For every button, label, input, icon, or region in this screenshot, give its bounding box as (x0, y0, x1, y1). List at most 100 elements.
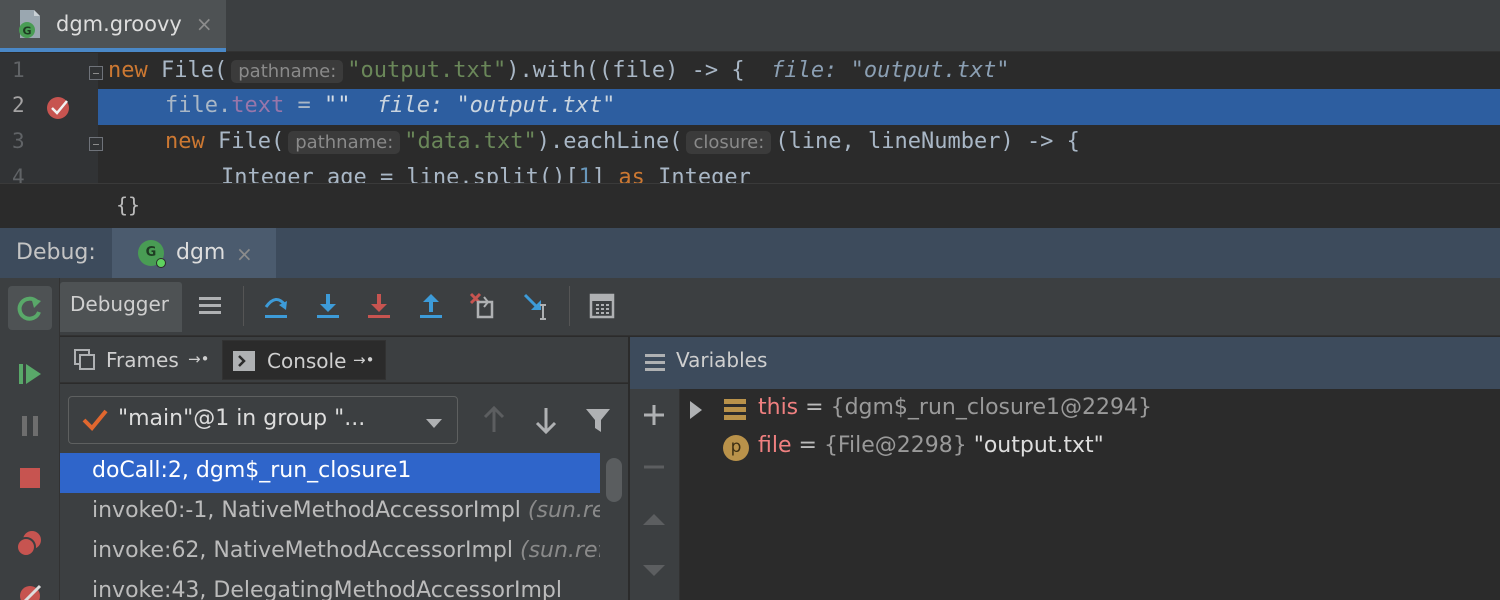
triangle-down-icon (643, 565, 665, 576)
code-token: ).eachLine( (536, 129, 683, 154)
code-line[interactable]: 1 new File(pathname: "output.txt").with((… (0, 54, 1500, 90)
editor-tab-dgm-groovy[interactable]: G dgm.groovy × (0, 0, 226, 52)
stop-button[interactable] (8, 456, 52, 500)
frame-row[interactable]: invoke:62, NativeMethodAccessorImpl (sun… (60, 533, 600, 573)
move-watch-down-button[interactable] (642, 563, 666, 583)
variable-value: "output.txt" (966, 433, 1104, 458)
view-breakpoints-button[interactable] (8, 522, 52, 566)
code-line[interactable]: 4 Integer age = line.split()[1] as Integ… (0, 161, 1500, 183)
pin-tab-icon[interactable]: →• (353, 351, 374, 369)
force-step-into-button[interactable] (359, 286, 399, 326)
frame-method: invoke0:-1, NativeMethodAccessorImpl (92, 498, 521, 523)
layout-icon (199, 297, 221, 314)
stop-icon (20, 468, 40, 488)
plus-icon (644, 405, 664, 425)
code-editor[interactable]: 1 new File(pathname: "output.txt").with((… (0, 53, 1500, 183)
editor-tab-label: dgm.groovy (56, 12, 182, 36)
rerun-button[interactable] (8, 286, 52, 330)
keyword: new (108, 58, 148, 83)
code-token: ] (591, 165, 619, 183)
arrow-down-icon (535, 408, 557, 435)
arrow-up-icon (483, 405, 505, 432)
line-number: 4 (12, 165, 25, 183)
step-over-button[interactable] (256, 286, 296, 326)
toolbar-separator (243, 286, 244, 326)
code-token: Integer (644, 165, 751, 183)
step-out-icon (420, 294, 442, 318)
tab-label: Console (267, 349, 347, 373)
next-frame-button[interactable] (532, 404, 560, 436)
run-to-cursor-icon (523, 293, 546, 320)
frame-row[interactable]: invoke0:-1, NativeMethodAccessorImpl (su… (60, 493, 600, 533)
variable-name: file (758, 433, 792, 458)
mute-breakpoints-button[interactable] (8, 574, 52, 600)
tab-label: Frames (106, 348, 179, 372)
frames-scrollbar-thumb[interactable] (606, 458, 622, 502)
variable-equals: = (798, 395, 831, 420)
breadcrumb-bar (0, 183, 1500, 227)
step-into-button[interactable] (308, 286, 348, 326)
svg-text:G: G (22, 25, 31, 38)
debug-left-toolbar (0, 278, 60, 600)
variables-toolbar (630, 389, 680, 600)
frame-package: (sun.reflect) (527, 498, 600, 523)
triangle-up-icon (643, 514, 665, 525)
layout-button[interactable] (190, 286, 230, 326)
drop-frame-button[interactable] (463, 286, 503, 326)
tab-frames[interactable]: Frames →• (60, 337, 220, 383)
code-token: ).with((file) -> { (506, 58, 772, 83)
close-session-icon[interactable]: × (236, 242, 253, 266)
run-to-cursor-button[interactable] (516, 286, 556, 326)
running-indicator-icon (156, 258, 166, 268)
variables-icon (644, 351, 666, 377)
code-token: = (284, 93, 324, 118)
debug-window-title: Debug: (16, 240, 96, 265)
remove-watch-button[interactable] (642, 455, 666, 483)
evaluate-expression-button[interactable] (582, 286, 622, 326)
frame-method: invoke:62, NativeMethodAccessorImpl (92, 538, 513, 563)
previous-frame-button[interactable] (480, 404, 508, 436)
parameter-hint: closure: (686, 131, 772, 154)
fold-marker-icon[interactable] (89, 137, 103, 151)
pin-tab-icon[interactable]: →• (188, 350, 209, 368)
tab-console[interactable]: Console →• (222, 340, 386, 380)
frame-row[interactable]: doCall:2, dgm$_run_closure1 (60, 453, 600, 493)
code-token: file. (165, 93, 232, 118)
resume-icon (19, 364, 41, 384)
toolbar-separator (569, 286, 570, 326)
groovy-file-icon: G (18, 9, 42, 39)
filter-icon (586, 409, 610, 432)
debug-session-label: dgm (176, 240, 226, 265)
step-out-button[interactable] (411, 286, 451, 326)
variable-equals: = (791, 433, 824, 458)
expand-arrow-icon[interactable] (688, 400, 704, 426)
close-tab-icon[interactable]: × (196, 12, 213, 36)
minus-icon (644, 465, 664, 469)
code-line[interactable]: 3 new File(pathname: "data.txt").eachLine… (0, 125, 1500, 161)
current-execution-line[interactable]: 2 file.text = "" file: "output.txt" (0, 89, 1500, 125)
string-literal: "output.txt" (347, 58, 507, 83)
breakpoint-icon[interactable] (46, 95, 72, 125)
inline-debug-value: file: "output.txt" (376, 93, 616, 118)
frame-method: doCall:2, dgm$_run_closure1 (92, 458, 412, 483)
move-watch-up-button[interactable] (642, 511, 666, 531)
field-icon (723, 398, 747, 428)
frame-row[interactable]: invoke:43, DelegatingMethodAccessorImpl (60, 573, 600, 600)
new-watch-button[interactable] (642, 403, 666, 431)
fold-marker-icon[interactable] (89, 66, 103, 80)
resume-button[interactable] (8, 352, 52, 396)
number-literal: 1 (578, 165, 592, 183)
force-step-into-icon (368, 294, 390, 318)
rerun-icon (17, 296, 41, 321)
console-icon (233, 351, 255, 375)
parameter-hint: pathname: (288, 131, 401, 154)
breadcrumb[interactable]: {} (116, 193, 140, 217)
field-token: text (231, 93, 285, 118)
line-number: 3 (12, 129, 25, 153)
pause-button[interactable] (8, 404, 52, 448)
code-token: (line, lineNumber) -> { (775, 129, 1080, 154)
keyword: as (618, 165, 645, 183)
variable-type: {File@2298} (823, 433, 967, 458)
line-number: 1 (12, 58, 25, 82)
filter-frames-button[interactable] (584, 404, 612, 436)
